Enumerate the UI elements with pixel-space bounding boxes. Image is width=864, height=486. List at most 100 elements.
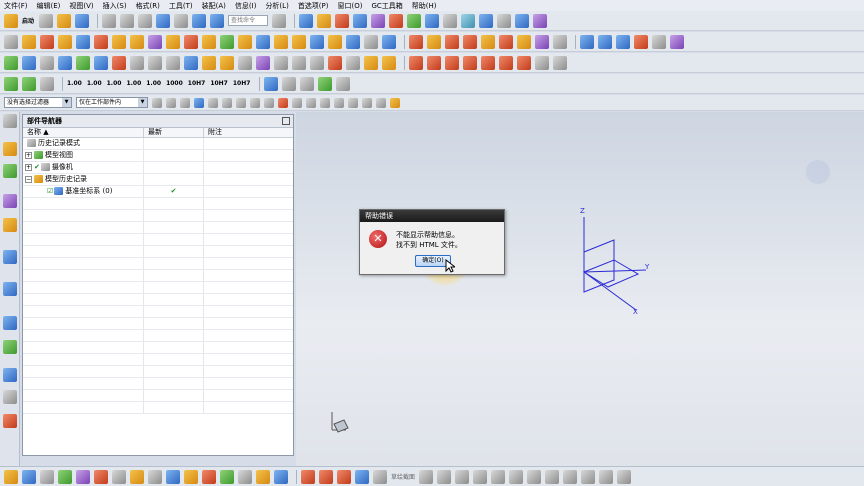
intersect-icon[interactable] bbox=[202, 34, 216, 49]
snap-endpoint-icon[interactable] bbox=[236, 97, 246, 108]
triangle-icon[interactable] bbox=[274, 55, 288, 70]
selection-scope-combo[interactable]: 仅在工作部件内 ▼ bbox=[76, 97, 148, 108]
sketch-line-icon[interactable] bbox=[301, 469, 315, 484]
color-icon[interactable] bbox=[461, 13, 476, 28]
trim-body-icon[interactable] bbox=[409, 34, 423, 49]
layer-icon[interactable] bbox=[299, 13, 314, 28]
measure-icon[interactable] bbox=[371, 13, 386, 28]
sketch-offset-icon[interactable] bbox=[617, 469, 632, 484]
bridge-icon[interactable] bbox=[670, 34, 684, 49]
text-curve-icon[interactable] bbox=[535, 55, 549, 70]
clip-icon[interactable] bbox=[58, 55, 72, 70]
edge-icon[interactable] bbox=[148, 55, 162, 70]
sketch-rectangle-icon[interactable] bbox=[491, 469, 506, 484]
menu-view[interactable]: 视图(V) bbox=[69, 1, 93, 11]
gear-icon[interactable] bbox=[317, 13, 332, 28]
help-icon[interactable] bbox=[192, 13, 207, 28]
checkbox-checked-icon[interactable]: ☑ bbox=[47, 187, 53, 195]
move-icon[interactable] bbox=[353, 13, 368, 28]
maximize-icon[interactable] bbox=[282, 117, 290, 125]
tree-row[interactable]: ☑ 基准坐标系 (0) ✔ bbox=[23, 186, 293, 198]
cylinder-face-icon[interactable] bbox=[184, 55, 198, 70]
cut-icon[interactable] bbox=[102, 13, 117, 28]
menu-preferences[interactable]: 首选项(P) bbox=[298, 1, 329, 11]
edit-object-icon[interactable] bbox=[443, 13, 458, 28]
revolve-icon[interactable] bbox=[40, 34, 54, 49]
snap-midpoint-icon[interactable] bbox=[250, 97, 260, 108]
snap-center-icon[interactable] bbox=[264, 97, 274, 108]
lasso-icon[interactable] bbox=[194, 97, 204, 108]
analysis-icon[interactable] bbox=[407, 13, 422, 28]
scale-body-icon[interactable] bbox=[463, 34, 477, 49]
column-header-note[interactable]: 附注 bbox=[204, 128, 293, 137]
menu-edit[interactable]: 编辑(E) bbox=[37, 1, 61, 11]
size-button-1[interactable]: 1.00 bbox=[67, 80, 82, 87]
constraint-navigator-icon[interactable] bbox=[3, 164, 17, 178]
sketch-circle-icon[interactable] bbox=[455, 469, 470, 484]
snap-perpendicular-icon[interactable] bbox=[362, 97, 372, 108]
menu-assembly[interactable]: 装配(A) bbox=[202, 1, 226, 11]
through-curves-icon[interactable] bbox=[616, 34, 630, 49]
menu-tools[interactable]: 工具(T) bbox=[169, 1, 193, 11]
shade-icon[interactable] bbox=[479, 13, 494, 28]
manufacturing-wizard-icon[interactable] bbox=[3, 368, 17, 382]
groove-icon[interactable] bbox=[148, 34, 162, 49]
split-body-icon[interactable] bbox=[427, 34, 441, 49]
sew-icon[interactable] bbox=[499, 34, 513, 49]
size-button-5[interactable]: 1.00 bbox=[146, 80, 161, 87]
sketch-icon[interactable] bbox=[4, 34, 18, 49]
copy-icon[interactable] bbox=[120, 13, 135, 28]
section-icon[interactable] bbox=[40, 55, 54, 70]
patch-icon[interactable] bbox=[517, 34, 531, 49]
blend-icon[interactable] bbox=[310, 34, 324, 49]
menu-gc-toolbox[interactable]: GC工具箱 bbox=[371, 1, 402, 11]
column-header-name[interactable]: 名称 ▲ bbox=[23, 128, 144, 137]
gear-icon[interactable] bbox=[3, 114, 17, 128]
background-icon[interactable] bbox=[497, 13, 512, 28]
section-analysis-icon[interactable] bbox=[166, 469, 180, 484]
tree-icon[interactable] bbox=[40, 76, 54, 91]
sketch-arc-icon[interactable] bbox=[437, 469, 452, 484]
view-orient-icon[interactable] bbox=[515, 13, 530, 28]
surface-analysis-icon[interactable] bbox=[58, 469, 72, 484]
save-icon[interactable] bbox=[75, 13, 90, 28]
offset-curve-icon[interactable] bbox=[553, 55, 567, 70]
settings-icon[interactable] bbox=[390, 97, 400, 108]
assembly-icon[interactable] bbox=[274, 469, 288, 484]
snap-quadrant-icon[interactable] bbox=[292, 97, 302, 108]
start-icon[interactable] bbox=[4, 13, 18, 28]
sphere-icon[interactable] bbox=[292, 34, 306, 49]
size-button-6[interactable]: 1000 bbox=[166, 80, 183, 87]
hourglass-icon[interactable] bbox=[76, 469, 90, 484]
edge-continuity-icon[interactable] bbox=[220, 469, 234, 484]
sketch-task-icon[interactable] bbox=[4, 469, 18, 484]
size-button-4[interactable]: 1.00 bbox=[126, 80, 141, 87]
diameter-icon[interactable] bbox=[300, 76, 315, 91]
recycle-icon[interactable] bbox=[76, 55, 90, 70]
pattern-icon[interactable] bbox=[382, 34, 396, 49]
weld-symbol-icon[interactable] bbox=[364, 55, 378, 70]
deselect-icon[interactable] bbox=[180, 97, 190, 108]
circle-icon[interactable] bbox=[445, 55, 459, 70]
line-icon[interactable] bbox=[409, 55, 423, 70]
graphics-window[interactable]: Z Y X bbox=[296, 112, 864, 466]
check-all-icon[interactable] bbox=[22, 76, 36, 91]
snap-tangent-icon[interactable] bbox=[348, 97, 358, 108]
datum-feature-icon[interactable] bbox=[238, 55, 252, 70]
select-all-icon[interactable] bbox=[166, 97, 176, 108]
measure-distance-icon[interactable] bbox=[130, 55, 144, 70]
sketch-fillet-icon[interactable] bbox=[473, 469, 488, 484]
face-icon[interactable] bbox=[166, 55, 180, 70]
tree-row[interactable]: + 模型视图 bbox=[23, 150, 293, 162]
redo-icon[interactable] bbox=[174, 13, 189, 28]
globe-icon[interactable] bbox=[22, 469, 36, 484]
snap-icon[interactable] bbox=[376, 97, 386, 108]
menu-help[interactable]: 帮助(H) bbox=[412, 1, 437, 11]
menu-analysis[interactable]: 分析(L) bbox=[265, 1, 288, 11]
curvature-icon[interactable] bbox=[94, 469, 108, 484]
menu-file[interactable]: 文件(F) bbox=[4, 1, 28, 11]
search-icon[interactable] bbox=[272, 13, 287, 28]
chamfer-icon[interactable] bbox=[328, 34, 342, 49]
fit-icon[interactable] bbox=[346, 55, 360, 70]
sketch-point-icon[interactable] bbox=[509, 469, 524, 484]
